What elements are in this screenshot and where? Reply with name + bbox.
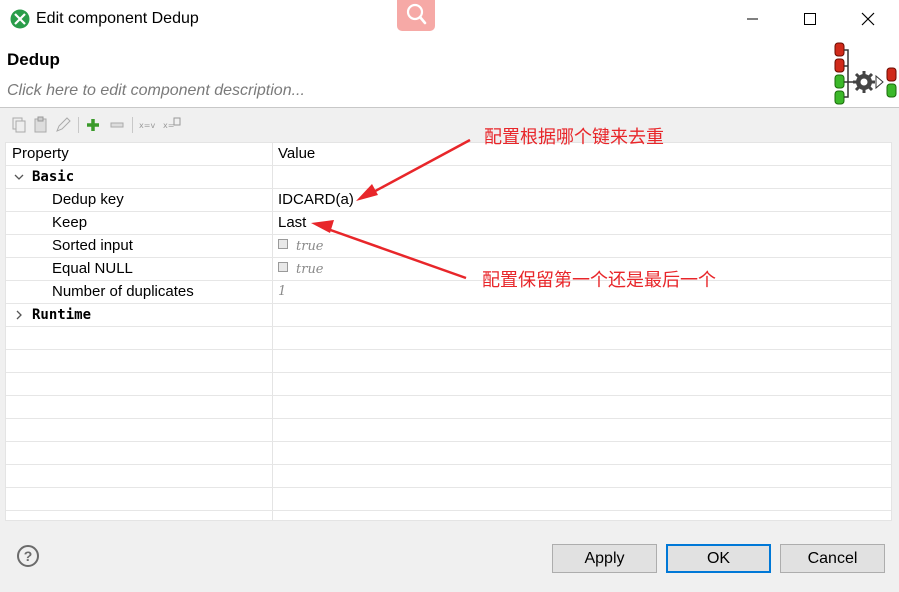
help-icon[interactable]: ? xyxy=(17,545,39,567)
title-bar: Edit component Dedup xyxy=(0,0,899,38)
property-name: Sorted input xyxy=(52,237,133,254)
remove-icon[interactable] xyxy=(108,116,126,134)
empty-row xyxy=(6,488,891,511)
property-value[interactable]: Last xyxy=(278,212,878,234)
add-icon[interactable] xyxy=(84,116,102,134)
empty-row xyxy=(6,373,891,396)
app-logo-icon xyxy=(10,9,30,29)
property-name: Equal NULL xyxy=(52,260,133,277)
toolbar-separator xyxy=(78,117,79,133)
ok-button[interactable]: OK xyxy=(666,544,771,573)
category-row-basic[interactable]: Basic xyxy=(6,166,891,189)
properties-toolbar: x=v x= xyxy=(6,114,892,138)
close-icon[interactable] xyxy=(853,6,883,32)
checkbox[interactable] xyxy=(278,262,288,273)
toolbar-separator xyxy=(132,117,133,133)
checkbox[interactable] xyxy=(278,239,288,250)
svg-text:x=v: x=v xyxy=(139,121,155,130)
search-overlay-button[interactable] xyxy=(397,0,435,31)
component-description[interactable]: Click here to edit component description… xyxy=(7,82,305,100)
property-value-cell[interactable]: true xyxy=(278,235,878,257)
property-name: Dedup key xyxy=(52,191,124,208)
window-title: Edit component Dedup xyxy=(36,10,199,27)
search-icon xyxy=(406,3,427,25)
category-label: Runtime xyxy=(32,307,92,323)
variable-icon[interactable]: x=v xyxy=(138,116,158,134)
apply-button[interactable]: Apply xyxy=(552,544,657,573)
copy-icon[interactable] xyxy=(10,116,28,134)
dedup-component-icon xyxy=(834,42,897,105)
category-row-runtime[interactable]: Runtime xyxy=(6,304,891,327)
cancel-button[interactable]: Cancel xyxy=(780,544,885,573)
empty-row xyxy=(6,442,891,465)
property-value: true xyxy=(296,262,324,277)
component-header: Dedup Click here to edit component descr… xyxy=(0,38,899,108)
empty-row xyxy=(6,465,891,488)
expression-icon[interactable]: x= xyxy=(162,116,182,134)
table-row[interactable]: Keep Last xyxy=(6,212,891,235)
empty-row xyxy=(6,327,891,350)
dialog-footer: ? Apply OK Cancel xyxy=(0,523,899,592)
annotation-dedup-key: 配置根据哪个键来去重 xyxy=(484,127,664,148)
empty-row xyxy=(6,350,891,373)
svg-text:x=: x= xyxy=(163,121,174,130)
minimize-icon[interactable] xyxy=(737,6,767,32)
maximize-icon[interactable] xyxy=(795,6,825,32)
paste-icon[interactable] xyxy=(32,116,50,134)
empty-row xyxy=(6,419,891,442)
column-header-property[interactable]: Property xyxy=(6,143,272,165)
annotation-keep: 配置保留第一个还是最后一个 xyxy=(482,270,716,291)
table-header: Property Value xyxy=(6,143,891,166)
empty-row xyxy=(6,396,891,419)
property-name: Keep xyxy=(52,214,88,231)
category-label: Basic xyxy=(32,169,75,185)
property-value[interactable]: IDCARD(a) xyxy=(278,189,878,211)
table-row[interactable]: Number of duplicates 1 xyxy=(6,281,891,304)
properties-panel: x=v x= Property Value Basic Dedup key ID… xyxy=(0,108,899,523)
edit-icon[interactable] xyxy=(54,116,72,134)
table-row[interactable]: Equal NULL true xyxy=(6,258,891,281)
table-row[interactable]: Sorted input true xyxy=(6,235,891,258)
component-name: Dedup xyxy=(7,50,60,69)
property-value: true xyxy=(296,239,324,254)
property-name: Number of duplicates xyxy=(52,283,194,300)
property-table: Property Value Basic Dedup key IDCARD(a)… xyxy=(5,142,892,521)
table-row[interactable]: Dedup key IDCARD(a) xyxy=(6,189,891,212)
